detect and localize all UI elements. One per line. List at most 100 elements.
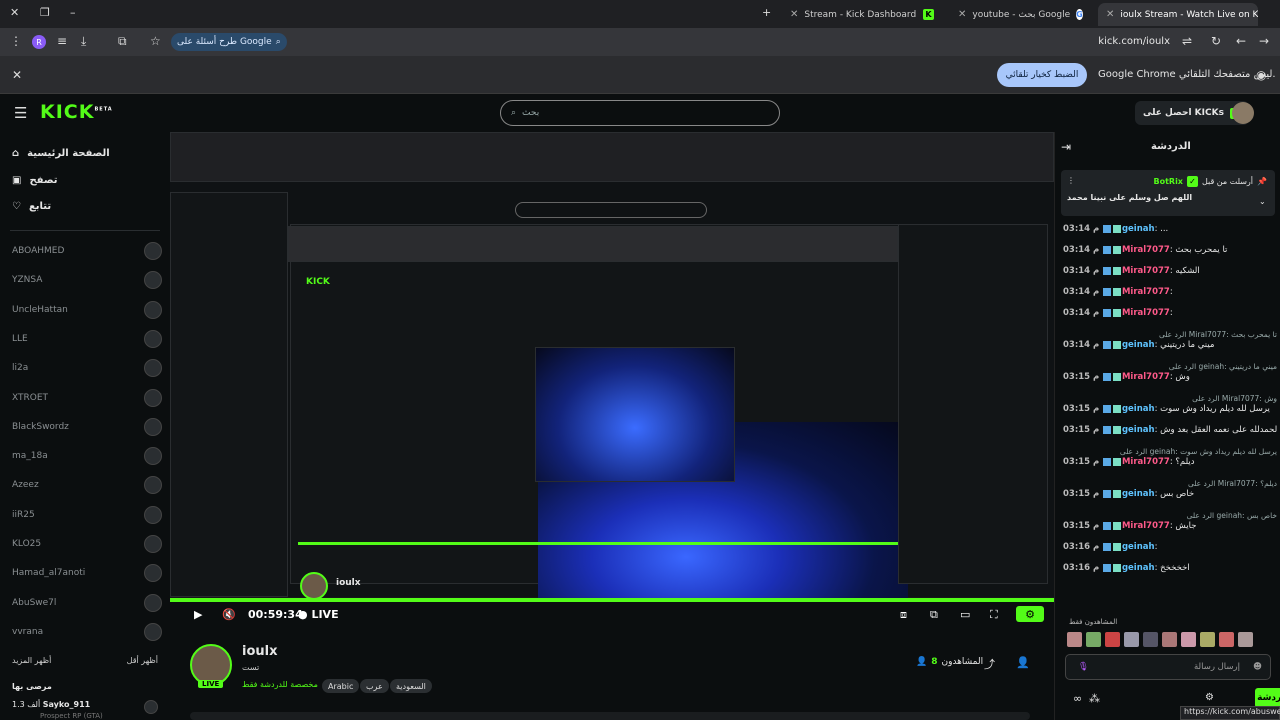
message-username[interactable]: Miral7077 <box>1122 372 1170 382</box>
site-settings-icon[interactable]: ⇌ <box>1182 34 1192 48</box>
kick-logo[interactable]: KICKBETA <box>40 101 113 123</box>
message-username[interactable]: Miral7077 <box>1122 245 1170 255</box>
show-less-link[interactable]: أظهر أقل <box>127 656 158 665</box>
chat-message[interactable]: 03:15 م Miral7077: ديلم؟ <box>1063 457 1277 468</box>
profile-avatar[interactable]: R <box>32 35 46 49</box>
progress-bar[interactable] <box>170 598 1054 602</box>
chat-message[interactable]: 03:16 م geinah: <box>1063 542 1277 553</box>
address-bar[interactable]: kick.com/ioulx <box>1098 36 1170 47</box>
sidebar-channel[interactable]: Hamad_al7anoti <box>12 562 162 584</box>
hamburger-menu-icon[interactable]: ☰ <box>14 104 27 122</box>
message-username[interactable]: geinah <box>1122 404 1155 414</box>
sidebar-channel[interactable]: BlackSwordz <box>12 416 162 438</box>
sidebar-channel[interactable]: YZNSA <box>12 269 162 291</box>
mic-icon[interactable]: 🎙 <box>1078 662 1089 672</box>
clip-icon[interactable]: ⧈ <box>900 608 907 622</box>
theater-mode-icon[interactable]: ▭ <box>960 608 970 621</box>
chat-message[interactable]: 03:14 م Miral7077: <box>1063 287 1277 298</box>
sidebar-channel[interactable]: iiR25 <box>12 504 162 526</box>
tab-google-search[interactable]: ✕ youtube - بحث Google G <box>950 3 1090 26</box>
pinned-menu-icon[interactable]: ⋮ <box>1067 176 1075 185</box>
message-username[interactable]: Miral7077 <box>1122 457 1170 467</box>
chat-input[interactable]: إرسال رسالة 🎙 ☻ <box>1065 654 1271 680</box>
viewer-avatar[interactable] <box>1200 632 1215 647</box>
viewer-avatar[interactable] <box>1143 632 1158 647</box>
emoji-icon[interactable]: ☻ <box>1253 662 1262 672</box>
chat-settings-icon[interactable]: ⚙ <box>1205 692 1214 703</box>
chat-message[interactable]: 03:14 م geinah: ميني ما دريتيني <box>1063 340 1277 351</box>
nav-browse[interactable]: ▣ تصفح <box>12 175 57 186</box>
user-avatar[interactable] <box>1232 102 1254 124</box>
sidebar-channel[interactable]: ABOAHMED <box>12 240 162 262</box>
loop-icon[interactable]: ∞ <box>1073 692 1082 705</box>
chat-message[interactable]: 03:14 م Miral7077: تا يمحرب بحث <box>1063 245 1277 256</box>
sidebar-channel[interactable]: li2a <box>12 357 162 379</box>
video-player[interactable]: KICK KICK ioulx ▶ 🔇 00:59:34 ● LIVE ⧈ ⧉ … <box>170 132 1054 630</box>
chat-message[interactable]: 03:15 م geinah: الحمدلله على نعمه العقل … <box>1063 425 1277 436</box>
sidebar-channel[interactable]: UncleHattan <box>12 299 162 321</box>
message-username[interactable]: geinah <box>1122 425 1155 435</box>
message-username[interactable]: Miral7077 <box>1122 266 1170 276</box>
back-icon[interactable]: ← <box>1236 34 1246 48</box>
viewer-avatar[interactable] <box>1124 632 1139 647</box>
points-icon[interactable]: ⁂ <box>1089 692 1100 705</box>
minimize-window-icon[interactable]: – <box>70 6 76 19</box>
message-username[interactable]: Miral7077 <box>1122 287 1170 297</box>
collapse-chat-icon[interactable]: ⇥ <box>1061 140 1071 154</box>
close-infobar-icon[interactable]: ✕ <box>12 68 22 82</box>
tag-arab[interactable]: عرب <box>360 679 389 693</box>
chat-message[interactable]: 03:14 م Miral7077: <box>1063 308 1277 319</box>
message-username[interactable]: geinah <box>1122 563 1155 573</box>
viewer-avatar[interactable] <box>1238 632 1253 647</box>
extensions-icon[interactable]: ⧉ <box>118 34 127 49</box>
streamer-username[interactable]: ioulx <box>242 644 277 659</box>
restore-window-icon[interactable]: ❐ <box>40 6 50 19</box>
message-username[interactable]: Miral7077 <box>1122 521 1170 531</box>
play-icon[interactable]: ▶ <box>194 608 202 621</box>
chevron-down-icon[interactable]: ⌄ <box>1259 197 1266 206</box>
chat-message[interactable]: 03:15 م geinah: يرسل لله ديلم ريداد وش س… <box>1063 404 1277 415</box>
ask-google-chip[interactable]: طرح أسئلة على Google ⌕ <box>171 33 287 51</box>
download-icon[interactable]: ⤓ <box>81 34 86 49</box>
new-tab-button[interactable]: + <box>762 6 771 19</box>
viewer-avatar[interactable] <box>1219 632 1234 647</box>
forward-icon[interactable]: → <box>1259 34 1269 48</box>
nav-following[interactable]: ♡ تتابع <box>12 201 51 212</box>
show-more-link[interactable]: أظهر المزيد <box>12 656 51 665</box>
share-icon[interactable]: ⤴ <box>984 656 995 672</box>
message-username[interactable]: geinah <box>1122 489 1155 499</box>
settings-icon[interactable]: ⚙ <box>1016 606 1044 622</box>
tab-kick-dashboard[interactable]: ✕ Stream - Kick Dashboard K <box>782 3 942 26</box>
set-default-button[interactable]: الضبط كخيار تلقائي <box>997 63 1087 87</box>
sidebar-channel[interactable]: vvrana <box>12 621 162 643</box>
sidebar-channel[interactable]: KLO25 <box>12 533 162 555</box>
tag-arabic[interactable]: Arabic <box>322 679 360 693</box>
chat-message[interactable]: 03:15 م Miral7077: جايش <box>1063 521 1277 532</box>
message-username[interactable]: geinah <box>1122 224 1155 234</box>
reload-icon[interactable]: ↻ <box>1211 34 1221 48</box>
close-tab-icon[interactable]: ✕ <box>790 9 798 20</box>
bookmark-star-icon[interactable]: ☆ <box>150 34 161 48</box>
mute-icon[interactable]: 🔇 <box>222 608 236 621</box>
sidebar-channel[interactable]: XTROET <box>12 387 162 409</box>
viewer-avatar[interactable] <box>1086 632 1101 647</box>
close-tab-icon[interactable]: ✕ <box>958 9 966 20</box>
viewer-avatar[interactable] <box>1181 632 1196 647</box>
sidebar-channel[interactable]: ma_18a <box>12 445 162 467</box>
pip-icon[interactable]: ⧉ <box>930 608 938 622</box>
sidebar-channel[interactable]: AbuSwe7l <box>12 592 162 614</box>
reading-list-icon[interactable]: ≡ <box>57 34 67 48</box>
viewer-avatar[interactable] <box>1067 632 1082 647</box>
sidebar-channel[interactable]: Azeez <box>12 474 162 496</box>
sidebar-channel[interactable]: LLE <box>12 328 162 350</box>
follow-user-icon[interactable]: 👤 <box>1016 656 1030 669</box>
chat-message[interactable]: 03:15 م geinah: خاص بس <box>1063 489 1277 500</box>
viewer-avatar[interactable] <box>1105 632 1120 647</box>
message-username[interactable]: geinah <box>1122 340 1155 350</box>
close-tab-icon[interactable]: ✕ <box>1106 9 1114 20</box>
message-username[interactable]: Miral7077 <box>1122 308 1170 318</box>
chat-message[interactable]: 03:15 م Miral7077: وش <box>1063 372 1277 383</box>
chat-message[interactable]: 03:16 م geinah: اخخخخخ <box>1063 563 1277 574</box>
fullscreen-icon[interactable]: ⛶ <box>990 608 998 622</box>
chat-message[interactable]: 03:14 م geinah: ... <box>1063 224 1277 235</box>
